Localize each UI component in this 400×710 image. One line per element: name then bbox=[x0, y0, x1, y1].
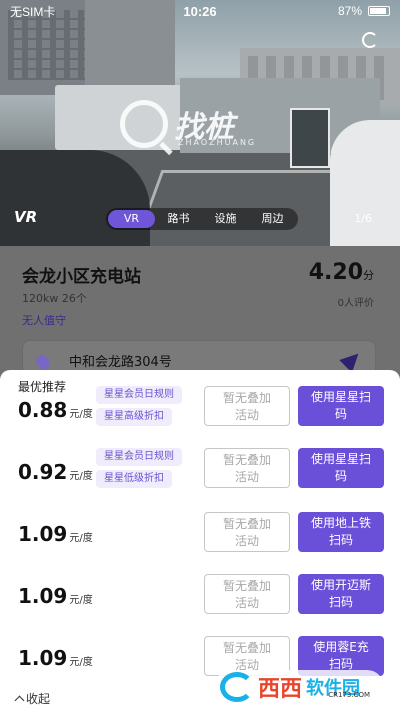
charger-shape bbox=[290, 108, 330, 168]
photo-pager: 1/6 bbox=[354, 212, 372, 225]
price-sheet: 最优推荐 0.88 元/度 星星会员日规则 星星高级折扣 暂无叠加 活动 使用星星扫… bbox=[0, 370, 400, 710]
button-line: 暂无叠加 bbox=[222, 579, 271, 593]
location-pin-icon bbox=[33, 352, 53, 372]
collapse-button[interactable]: 收起 bbox=[14, 690, 51, 707]
battery-icon bbox=[368, 6, 390, 16]
button-line: 扫码 bbox=[328, 533, 353, 547]
price-value: 1.09 元/度 bbox=[18, 584, 93, 608]
button-line: 使用地上铁 bbox=[310, 516, 371, 530]
button-line: 码 bbox=[334, 407, 347, 421]
button-line: 扫码 bbox=[328, 595, 353, 609]
button-line: 使用星星扫 bbox=[310, 390, 371, 404]
button-line: 使用蓉E充 bbox=[313, 640, 369, 654]
price-number: 0.88 bbox=[18, 398, 68, 422]
tab-facilities[interactable]: 设施 bbox=[202, 210, 249, 228]
price-number: 1.09 bbox=[18, 522, 68, 546]
chevron-up-icon bbox=[14, 695, 25, 706]
no-promo-button[interactable]: 暂无叠加 活动 bbox=[204, 512, 290, 552]
station-rating: 4.20分 bbox=[309, 260, 374, 285]
promo-chip: 星星高级折扣 bbox=[96, 408, 172, 426]
button-line: 暂无叠加 bbox=[222, 453, 271, 467]
site-watermark-logo: 西西 软件园 CR173.COM bbox=[214, 670, 384, 704]
promo-chip: 星星会员日规则 bbox=[96, 448, 182, 466]
no-promo-button[interactable]: 暂无叠加 活动 bbox=[204, 386, 290, 426]
button-line: 暂无叠加 bbox=[222, 641, 271, 655]
address-text: 中和会龙路304号 bbox=[69, 355, 172, 370]
price-number: 1.09 bbox=[18, 646, 68, 670]
price-number: 1.09 bbox=[18, 584, 68, 608]
rating-value: 4.20 bbox=[308, 260, 363, 285]
price-value: 0.92 元/度 bbox=[18, 460, 93, 484]
rating-count: 0人评价 bbox=[337, 298, 374, 309]
status-bar: 无SIM卡 10:26 87% bbox=[0, 0, 400, 22]
button-line: 暂无叠加 bbox=[222, 517, 271, 531]
price-number: 0.92 bbox=[18, 460, 68, 484]
price-unit: 元/度 bbox=[69, 533, 93, 544]
price-unit: 元/度 bbox=[69, 409, 93, 420]
scan-button[interactable]: 使用地上铁 扫码 bbox=[298, 512, 384, 552]
no-promo-button[interactable]: 暂无叠加 活动 bbox=[204, 448, 290, 488]
logo-text: 西西 bbox=[258, 677, 303, 702]
scan-button[interactable]: 使用星星扫码 bbox=[298, 448, 384, 488]
button-line: 使用开迈斯 bbox=[310, 578, 371, 592]
price-unit: 元/度 bbox=[69, 471, 93, 482]
refresh-icon[interactable] bbox=[362, 32, 378, 48]
price-row: 0.92 元/度 星星会员日规则 星星低级折扣 暂无叠加活动 使用星星扫码 bbox=[0, 444, 400, 506]
tab-roadbook[interactable]: 路书 bbox=[155, 210, 202, 228]
watermark-subtext: ZHAOZHUANG bbox=[178, 138, 257, 147]
button-line: 暂无叠加 bbox=[222, 391, 271, 405]
scan-button[interactable]: 使用开迈斯 扫码 bbox=[298, 574, 384, 614]
car-shape bbox=[330, 120, 400, 246]
car-shape bbox=[0, 150, 150, 246]
price-unit: 元/度 bbox=[69, 595, 93, 606]
button-line: 活动 bbox=[234, 470, 259, 484]
promo-chip: 星星会员日规则 bbox=[96, 386, 182, 404]
button-line: 活动 bbox=[234, 596, 259, 610]
station-spec: 120kw 26个 bbox=[22, 292, 87, 305]
price-row: 1.09 元/度 暂无叠加活动 使用开迈斯扫码 bbox=[0, 570, 400, 632]
tab-nearby[interactable]: 周边 bbox=[249, 210, 296, 228]
vr-logo: VR bbox=[14, 208, 38, 226]
photo-tabs: VR 路书 设施 周边 bbox=[106, 208, 298, 230]
tab-vr[interactable]: VR bbox=[108, 210, 155, 228]
button-line: 活动 bbox=[234, 408, 259, 422]
logo-c-icon bbox=[220, 672, 254, 702]
station-tag: 无人值守 bbox=[22, 314, 66, 327]
button-line: 使用星星扫 bbox=[310, 452, 371, 466]
price-value: 1.09 元/度 bbox=[18, 646, 93, 670]
price-row: 1.09 元/度 暂无叠加活动 使用地上铁扫码 bbox=[0, 508, 400, 570]
button-line: 码 bbox=[334, 469, 347, 483]
collapse-label: 收起 bbox=[26, 692, 51, 706]
promo-chip: 星星低级折扣 bbox=[96, 470, 172, 488]
navigate-arrow-icon[interactable] bbox=[339, 347, 365, 373]
station-name: 会龙小区充电站 bbox=[22, 267, 141, 287]
magnifier-icon bbox=[120, 100, 168, 148]
clock: 10:26 bbox=[183, 3, 217, 19]
photo-watermark: 找桩 ZHAOZHUANG bbox=[120, 100, 254, 148]
rating-unit: 分 bbox=[363, 269, 374, 282]
price-value: 1.09 元/度 bbox=[18, 522, 93, 546]
price-row: 0.88 元/度 星星会员日规则 星星高级折扣 暂无叠加活动 使用星星扫码 bbox=[0, 382, 400, 444]
logo-url: CR173.COM bbox=[328, 691, 370, 699]
price-value: 0.88 元/度 bbox=[18, 398, 93, 422]
station-info: 会龙小区充电站 120kw 26个 无人值守 4.20分 0人评价 中和会龙路3… bbox=[0, 246, 400, 386]
button-line: 活动 bbox=[234, 534, 259, 548]
no-promo-button[interactable]: 暂无叠加 活动 bbox=[204, 574, 290, 614]
price-unit: 元/度 bbox=[69, 657, 93, 668]
scan-button[interactable]: 使用星星扫码 bbox=[298, 386, 384, 426]
